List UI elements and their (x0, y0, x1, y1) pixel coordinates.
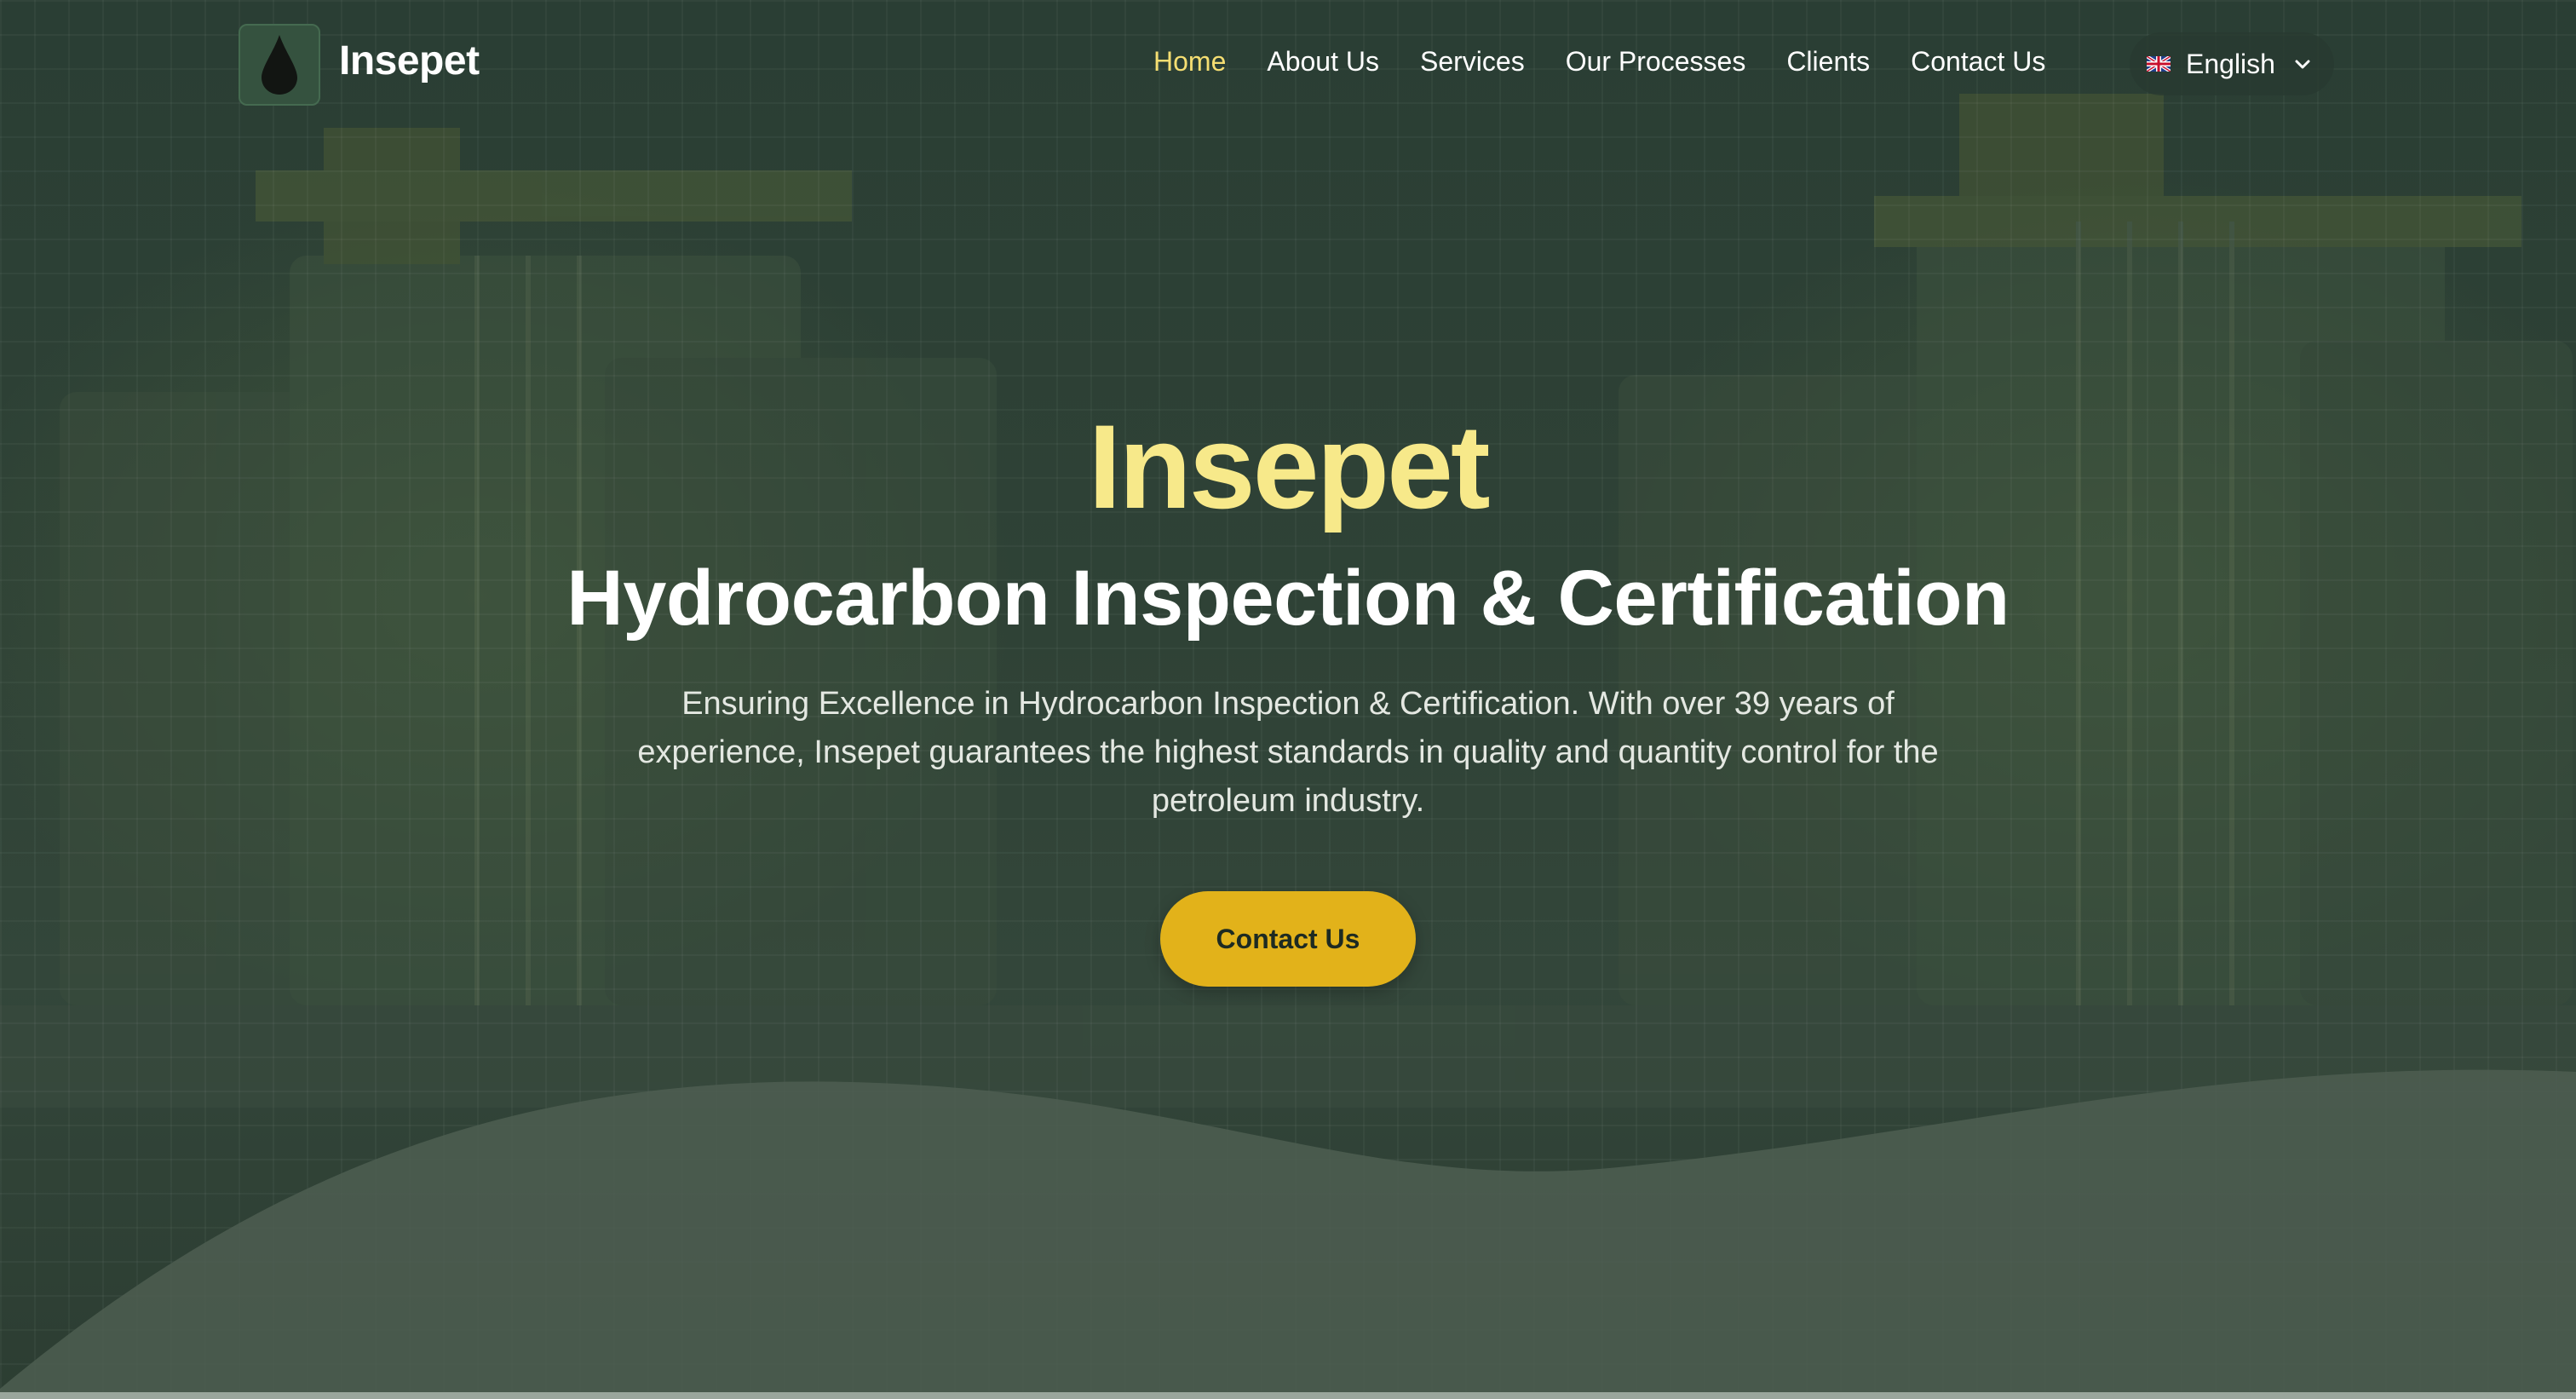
hero-section: Insepet Home About Us Services Our Proce… (0, 0, 2576, 1399)
nav-about-us[interactable]: About Us (1267, 46, 1379, 78)
uk-flag-icon (2147, 56, 2171, 72)
brand-name[interactable]: Insepet (339, 37, 480, 84)
oil-drop-icon (262, 35, 297, 95)
contact-us-button[interactable]: Contact Us (1160, 891, 1416, 987)
nav-services[interactable]: Services (1420, 46, 1525, 78)
hero-description: Ensuring Excellence in Hydrocarbon Inspe… (637, 686, 1939, 819)
language-label: English (2186, 48, 2275, 79)
nav-our-processes[interactable]: Our Processes (1566, 46, 1746, 78)
site-header: Insepet Home About Us Services Our Proce… (0, 0, 2576, 128)
hero-title: Insepet (1088, 400, 1490, 533)
bottom-divider (0, 1392, 2576, 1399)
language-selector[interactable]: English (2130, 32, 2334, 95)
chevron-down-icon (2295, 60, 2310, 69)
nav-clients[interactable]: Clients (1786, 46, 1870, 78)
hero-subtitle: Hydrocarbon Inspection & Certification (566, 555, 2010, 642)
main-nav: Home About Us Services Our Processes Cli… (1153, 46, 2045, 78)
logo[interactable] (239, 24, 320, 106)
nav-contact-us[interactable]: Contact Us (1911, 46, 2045, 78)
nav-home[interactable]: Home (1153, 46, 1226, 78)
